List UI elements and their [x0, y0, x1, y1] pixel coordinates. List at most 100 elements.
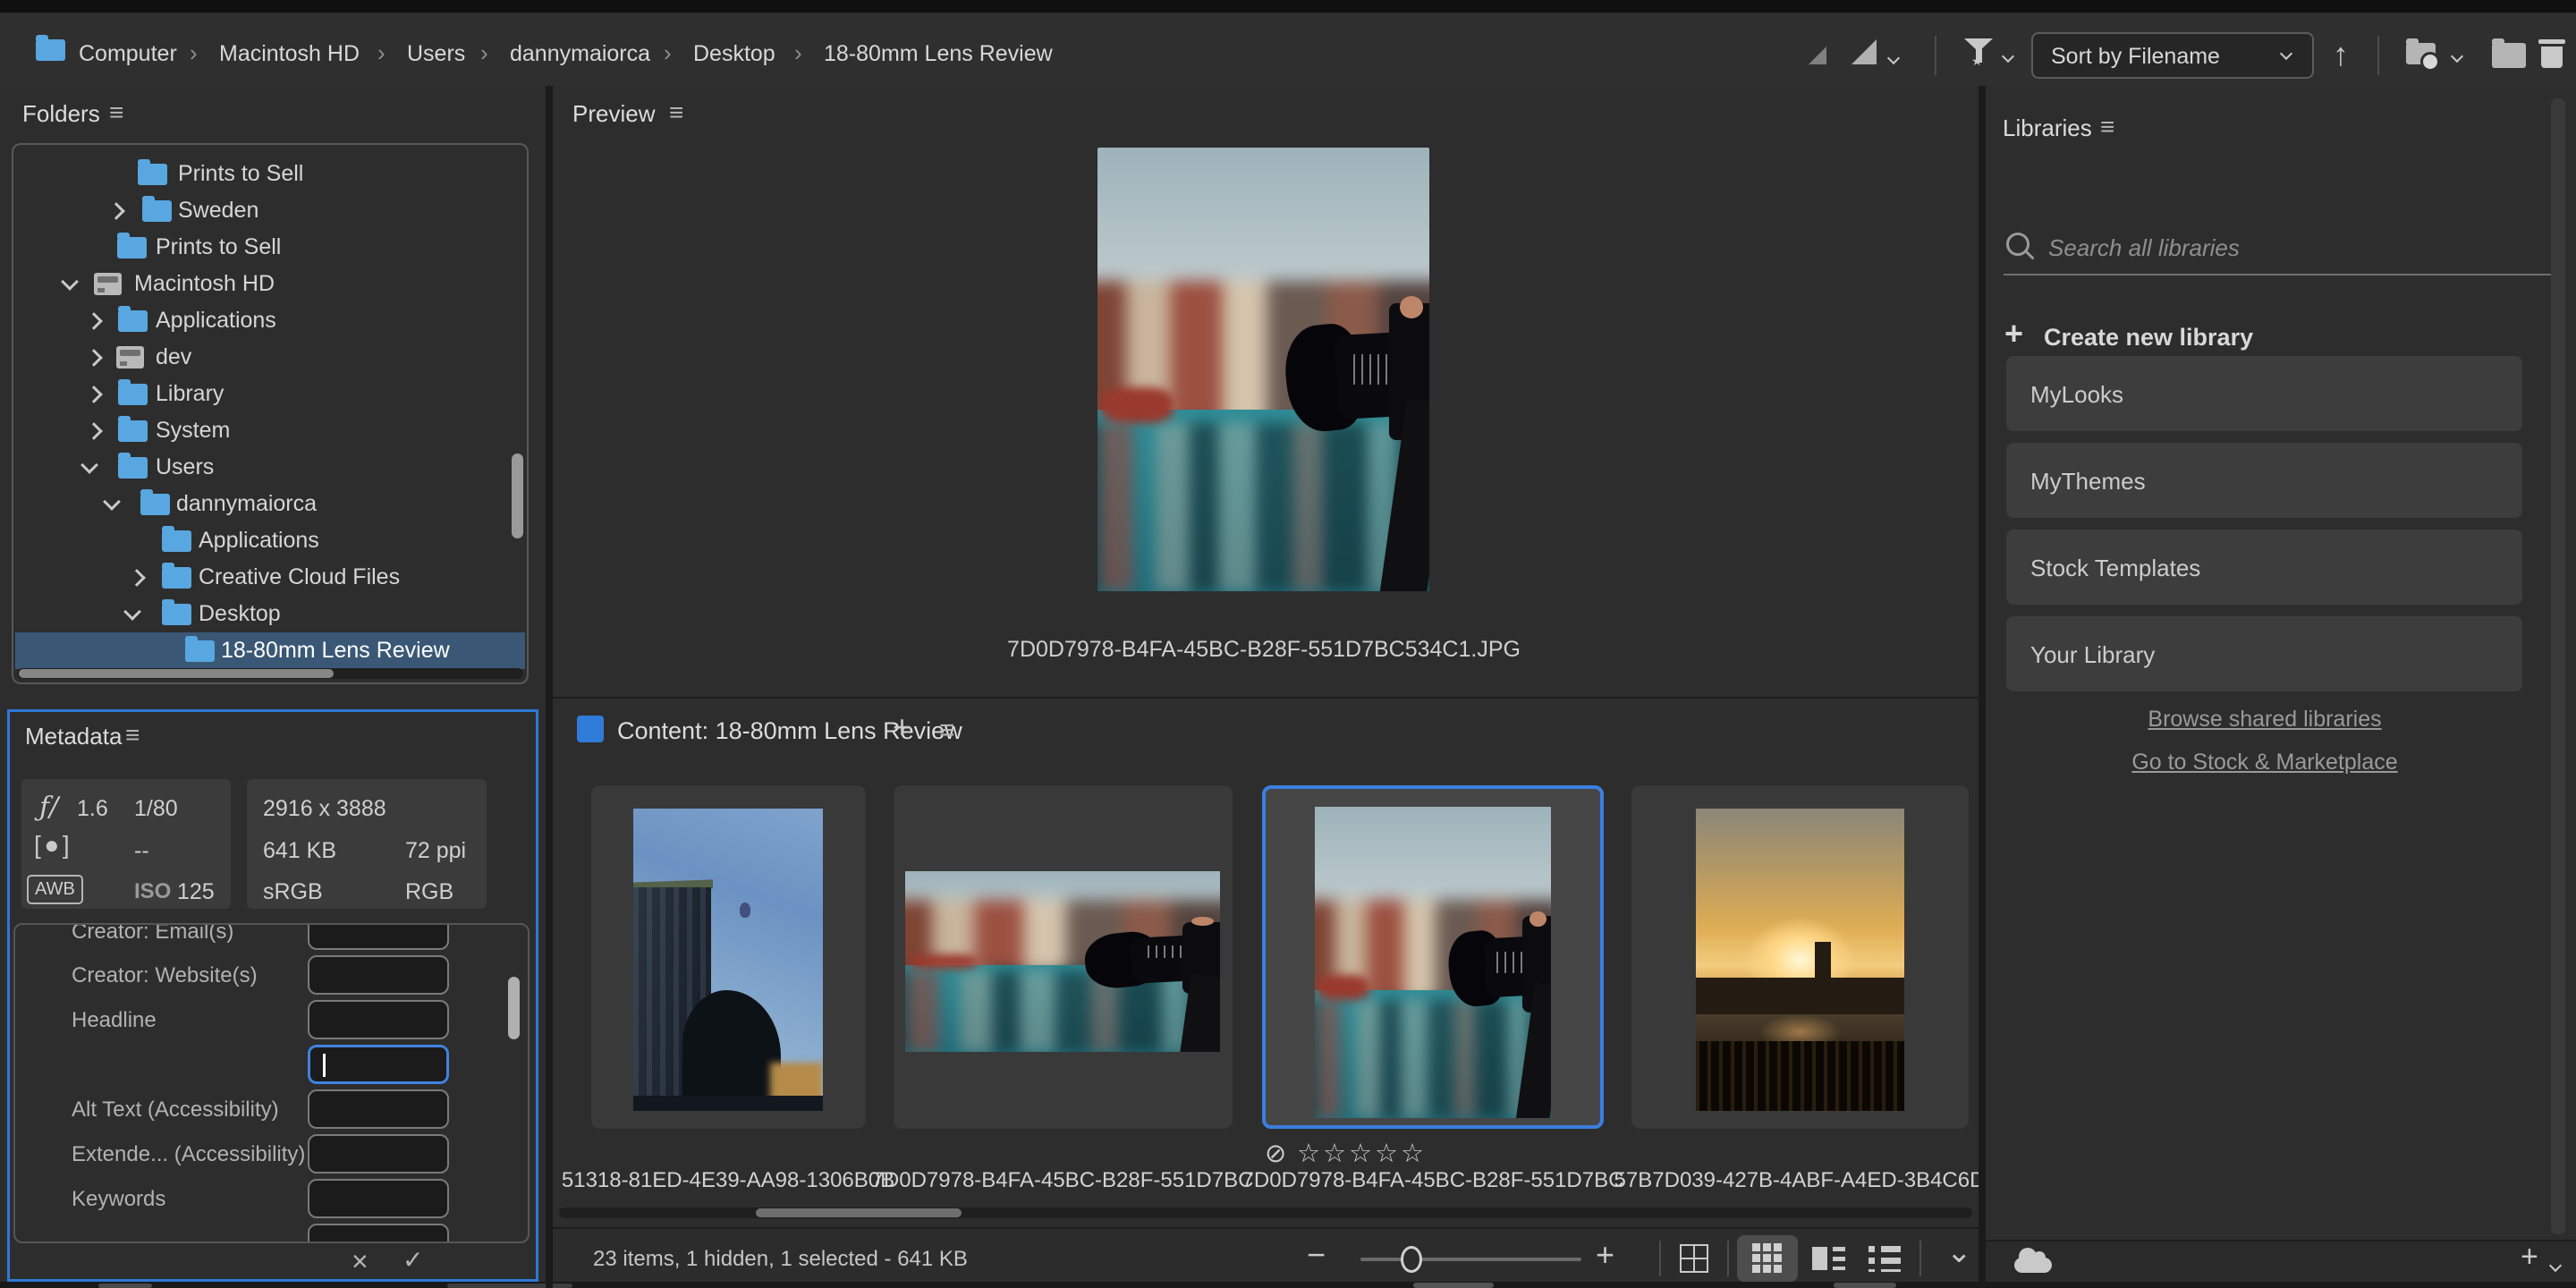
collapse-icon[interactable] [103, 493, 121, 511]
breadcrumb-item-dannymaiorca[interactable]: dannymaiorca [510, 41, 650, 67]
thumbnail-quality-options-icon[interactable] [1852, 39, 1877, 64]
collapse-panel-icon[interactable]: ⌄ [1946, 1234, 1972, 1270]
sort-dropdown[interactable]: Sort by Filename [2031, 32, 2314, 79]
folder-tree-item[interactable]: dev [15, 339, 525, 376]
stock-marketplace-link[interactable]: Go to Stock & Marketplace [2131, 750, 2397, 775]
preview-panel-menu-icon[interactable]: ≡ [669, 98, 683, 127]
collapse-icon[interactable] [80, 456, 98, 474]
folder-tree-item[interactable]: Prints to Sell [15, 156, 525, 192]
folder-tree-item[interactable]: Applications [15, 302, 525, 339]
content-horizontal-scrollbar[interactable] [756, 1208, 962, 1217]
thumbnail-view-icon[interactable] [1752, 1243, 1760, 1251]
details-view-icon[interactable] [1812, 1247, 1827, 1270]
library-item[interactable]: MyThemes [2006, 443, 2522, 518]
color-profile: sRGB [263, 879, 323, 905]
create-library-plus-icon[interactable]: + [2004, 315, 2023, 352]
clipped-input[interactable] [308, 1224, 449, 1243]
chevron-down-icon[interactable] [1887, 52, 1900, 64]
libraries-search-input[interactable]: Search all libraries [2048, 234, 2240, 262]
focused-text-input[interactable] [308, 1045, 449, 1084]
breadcrumb-item-users[interactable]: Users [407, 41, 465, 67]
folder-tree-item[interactable]: Macintosh HD [15, 266, 525, 302]
extended-description-input[interactable] [308, 1134, 449, 1174]
thumbnail-view-active-pill[interactable] [1737, 1235, 1798, 1282]
folders-horizontal-scrollbar[interactable] [19, 669, 334, 678]
grid-view-icon[interactable] [1680, 1244, 1708, 1273]
metadata-vertical-scrollbar[interactable] [508, 977, 520, 1039]
library-item[interactable]: Your Library [2006, 616, 2522, 691]
expand-icon[interactable] [85, 422, 103, 440]
content-item-card[interactable] [1631, 785, 1969, 1129]
folders-horizontal-scrollbar-track[interactable] [17, 668, 523, 679]
folder-tree-item[interactable]: Sweden [15, 192, 525, 229]
metadata-panel-menu-icon[interactable]: ≡ [125, 721, 140, 750]
content-item-card-selected[interactable] [1262, 785, 1604, 1129]
folder-tree-item[interactable]: Desktop [15, 596, 525, 632]
thumbnail-quality-icon[interactable] [1809, 47, 1826, 64]
libraries-panel-menu-icon[interactable]: ≡ [2100, 113, 2114, 141]
chevron-down-icon[interactable] [2451, 50, 2463, 63]
metadata-apply-icon[interactable]: ✓ [402, 1245, 423, 1275]
add-library-asset-icon[interactable]: + [2521, 1240, 2538, 1275]
panel-divider[interactable] [546, 86, 553, 1288]
folder-tree-item[interactable]: System [15, 412, 525, 449]
libraries-scrollbar-track[interactable] [2551, 98, 2565, 1234]
creator-website-input[interactable] [308, 955, 449, 995]
folders-panel-title: Folders [22, 100, 100, 128]
breadcrumb-item-macintosh-hd[interactable]: Macintosh HD [219, 41, 360, 67]
library-item[interactable]: Stock Templates [2006, 530, 2522, 605]
content-panel-menu-icon[interactable]: ≡ [939, 716, 955, 746]
add-content-icon[interactable]: + [893, 708, 911, 746]
new-folder-icon[interactable] [2492, 43, 2526, 68]
alt-text-input[interactable] [308, 1089, 449, 1129]
folder-tree-item[interactable]: Creative Cloud Files [15, 559, 525, 596]
create-library-button[interactable]: Create new library [2044, 324, 2253, 352]
headline-input[interactable] [308, 1000, 449, 1039]
thumbnail-image[interactable] [633, 809, 823, 1111]
expand-icon[interactable] [85, 312, 103, 330]
expand-icon[interactable] [107, 202, 125, 220]
zoom-in-icon[interactable]: + [1596, 1236, 1614, 1274]
expand-icon[interactable] [85, 349, 103, 367]
keywords-input[interactable] [308, 1179, 449, 1218]
library-item[interactable]: MyLooks [2006, 356, 2522, 431]
folders-panel-menu-icon[interactable]: ≡ [109, 98, 123, 127]
folder-tree-item[interactable]: Prints to Sell [15, 229, 525, 266]
content-item-card[interactable] [591, 785, 866, 1129]
thumbnail-image[interactable] [1315, 807, 1551, 1118]
thumbnail-image[interactable] [1696, 809, 1904, 1111]
folder-tree-item[interactable]: Applications [15, 522, 525, 559]
creator-email-input[interactable] [308, 923, 449, 950]
metadata-cancel-icon[interactable]: × [352, 1245, 369, 1278]
panel-divider[interactable] [1979, 86, 1986, 1288]
thumbnail-size-slider-thumb[interactable] [1401, 1246, 1422, 1273]
delete-icon[interactable] [2540, 39, 2563, 68]
folder-tree-item[interactable]: Users [15, 449, 525, 486]
browse-shared-libraries-link[interactable]: Browse shared libraries [2148, 707, 2381, 733]
zoom-out-icon[interactable]: − [1307, 1236, 1326, 1274]
content-workspace-icon[interactable] [577, 716, 604, 742]
content-item-card[interactable] [894, 785, 1233, 1129]
folders-vertical-scrollbar[interactable] [512, 453, 523, 538]
folder-tree-item-selected[interactable]: 18-80mm Lens Review [15, 632, 525, 669]
breadcrumb-item-desktop[interactable]: Desktop [693, 41, 775, 67]
collapse-icon[interactable] [61, 273, 79, 291]
thumbnail-image[interactable] [905, 871, 1220, 1052]
chevron-down-icon[interactable] [2002, 50, 2014, 63]
cloud-sync-icon[interactable] [2014, 1258, 2052, 1273]
expand-icon[interactable] [128, 569, 146, 587]
expand-icon[interactable] [85, 386, 103, 403]
reject-rating-icon[interactable]: ⊘ [1265, 1138, 1286, 1169]
star-rating-icons[interactable]: ☆☆☆☆☆ [1297, 1138, 1427, 1169]
folder-tree-item[interactable]: dannymaiorca [15, 486, 525, 522]
content-horizontal-scrollbar-track[interactable] [559, 1208, 1972, 1218]
preview-image[interactable] [1097, 148, 1429, 591]
exposure-compensation-value: -- [134, 838, 149, 864]
sort-ascending-icon[interactable]: ↑ [2333, 36, 2349, 73]
breadcrumb-item-computer[interactable]: Computer [79, 41, 177, 67]
breadcrumb-folder-icon [36, 39, 65, 61]
folder-tree-item[interactable]: Library [15, 376, 525, 412]
collapse-icon[interactable] [123, 603, 141, 621]
thumbnail-size-slider-track[interactable] [1360, 1258, 1581, 1261]
list-view-icon[interactable] [1868, 1246, 1875, 1272]
